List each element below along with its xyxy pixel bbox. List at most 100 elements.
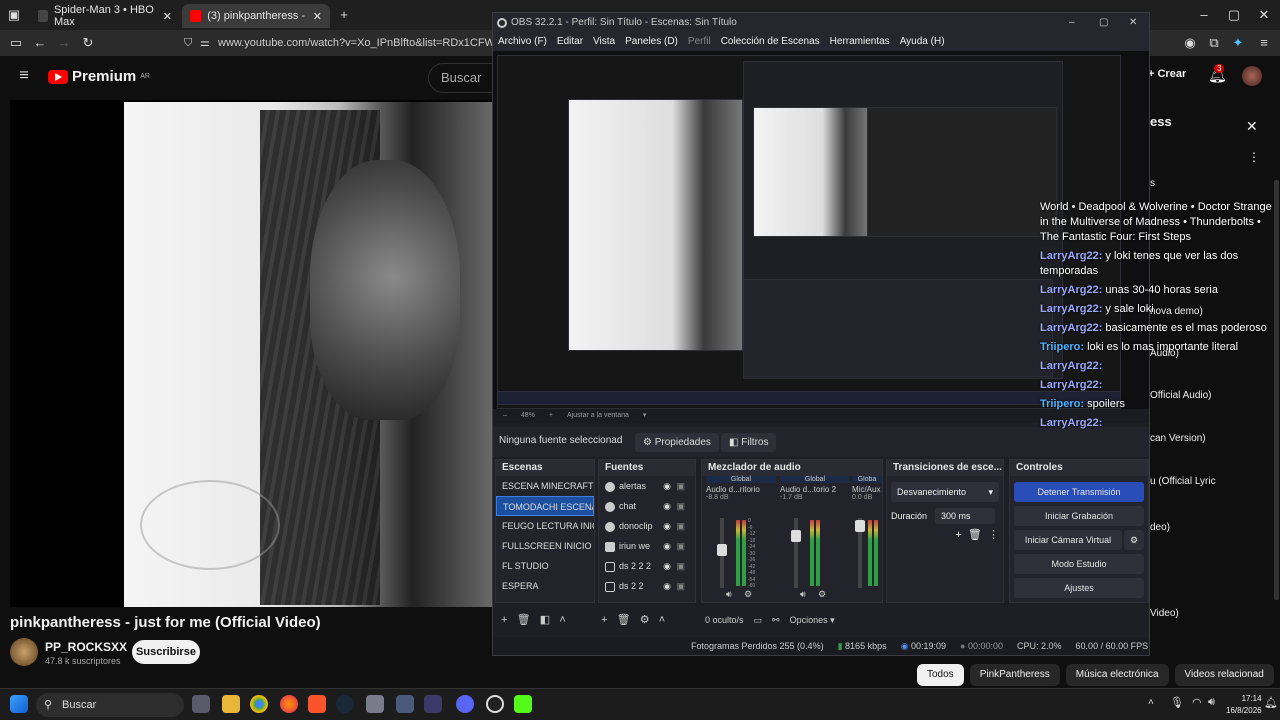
- menu-scene-collection[interactable]: Colección de Escenas: [721, 33, 820, 51]
- add-icon[interactable]: +: [955, 529, 961, 541]
- trash-icon[interactable]: 🗑︎: [968, 529, 982, 541]
- scene-item-selected[interactable]: TOMODACHI ESCENA: [496, 496, 594, 516]
- eye-icon[interactable]: ◉: [663, 536, 671, 556]
- lock-icon[interactable]: ▣: [676, 556, 685, 576]
- zoom-out-icon[interactable]: –: [503, 409, 507, 423]
- link-icon[interactable]: ⚯: [772, 609, 780, 631]
- mixer-layout-icon[interactable]: ▭: [754, 609, 763, 631]
- volume-fader[interactable]: [855, 518, 865, 588]
- add-icon[interactable]: +: [601, 614, 607, 626]
- menu-edit[interactable]: Editar: [557, 33, 583, 51]
- source-item[interactable]: ds 2 2 ◉ ▣: [599, 576, 695, 596]
- video-player[interactable]: [10, 100, 494, 607]
- volume-fader[interactable]: [717, 518, 727, 588]
- kick-icon[interactable]: [514, 695, 532, 713]
- windows-start-icon[interactable]: [10, 695, 28, 713]
- eye-icon[interactable]: ◉: [663, 476, 671, 496]
- notifications-icon[interactable]: 🔔︎: [1264, 696, 1278, 709]
- new-tab-icon[interactable]: +: [336, 7, 352, 23]
- discord-icon[interactable]: [456, 695, 474, 713]
- app-icon[interactable]: [424, 695, 442, 713]
- lock-icon[interactable]: ▣: [676, 536, 685, 556]
- speaker-icon[interactable]: 🔊︎: [800, 589, 806, 600]
- forward-icon[interactable]: →: [56, 35, 72, 51]
- menu-docks[interactable]: Paneles (D): [625, 33, 678, 51]
- duration-input[interactable]: 300 ms: [935, 508, 996, 524]
- hamburger-icon[interactable]: ≡: [16, 68, 32, 84]
- chip-pinkpantheress[interactable]: PinkPantheress: [969, 664, 1060, 686]
- clock[interactable]: 17:14 16/8/2026: [1226, 693, 1262, 717]
- scene-item[interactable]: ESPERA: [496, 576, 594, 596]
- wifi-icon[interactable]: ◠: [1192, 696, 1202, 709]
- menu-view[interactable]: Vista: [593, 33, 615, 51]
- tab-youtube[interactable]: (3) pinkpantheress - just fo ✕: [182, 4, 330, 28]
- menu-file[interactable]: Archivo (F): [498, 33, 547, 51]
- fader-knob[interactable]: [791, 530, 801, 542]
- settings-icon[interactable]: ⚙: [818, 589, 826, 600]
- source-item[interactable]: iriun we ◉ ▣: [599, 536, 695, 556]
- firefox-icon[interactable]: [280, 695, 298, 713]
- virtual-camera-button[interactable]: Iniciar Cámara Virtual: [1014, 530, 1122, 550]
- channel-name[interactable]: Audio d...ritorio: [706, 485, 776, 494]
- more-options-icon[interactable]: ⋮: [988, 529, 999, 541]
- playlist-item[interactable]: Video): [1150, 608, 1179, 619]
- scene-item[interactable]: ESCENA MINECRAFT: [496, 476, 594, 496]
- steam-icon[interactable]: [336, 695, 354, 713]
- more-options-icon[interactable]: ⋮: [1248, 150, 1260, 164]
- lock-icon[interactable]: ▣: [676, 476, 685, 496]
- account-icon[interactable]: ◉: [1182, 35, 1198, 51]
- transition-select[interactable]: Desvanecimiento ▾: [891, 482, 999, 502]
- sidebar-toggle-icon[interactable]: ▭: [8, 35, 24, 51]
- app-icon[interactable]: [366, 695, 384, 713]
- chevron-down-icon[interactable]: ▾: [643, 409, 647, 423]
- minimize-icon[interactable]: –: [1196, 7, 1212, 23]
- taskbar-search[interactable]: ⚲ Buscar: [36, 693, 184, 717]
- scene-item[interactable]: FEUGO LECTURA INIC: [496, 516, 594, 536]
- close-icon[interactable]: ✕: [163, 10, 172, 23]
- maximize-icon[interactable]: ▢: [1099, 13, 1108, 33]
- volume-icon[interactable]: 🔊︎: [1208, 696, 1215, 709]
- chrome-icon[interactable]: [250, 695, 268, 713]
- chip-all[interactable]: Todos: [917, 664, 964, 686]
- settings-icon[interactable]: ⚙: [1124, 530, 1144, 550]
- source-item[interactable]: alertas ◉ ▣: [599, 476, 695, 496]
- menu-help[interactable]: Ayuda (H): [900, 33, 945, 51]
- volume-fader[interactable]: [791, 518, 801, 588]
- source-item[interactable]: donoclip ◉ ▣: [599, 516, 695, 536]
- lock-icon[interactable]: ▣: [676, 496, 685, 516]
- eye-icon[interactable]: ◉: [663, 556, 671, 576]
- stop-stream-button[interactable]: Detener Transmisión: [1014, 482, 1144, 502]
- tab-hbo[interactable]: Spider-Man 3 • HBO Max ✕: [30, 4, 180, 28]
- menu-profile[interactable]: Perfil: [688, 33, 711, 51]
- channel-name[interactable]: Mic/Aux: [852, 485, 882, 494]
- create-button[interactable]: + Crear: [1148, 68, 1186, 80]
- channel-avatar[interactable]: [10, 638, 38, 666]
- channel-name[interactable]: Audio d...torio 2: [780, 485, 850, 494]
- options-button[interactable]: Opciones ▾: [790, 609, 835, 631]
- zoom-in-icon[interactable]: +: [549, 409, 553, 423]
- address-bar[interactable]: ⛉ ⚌ www.youtube.com/watch?v=Xo_IPnBlfto&…: [180, 33, 500, 53]
- channel-name[interactable]: PP_ROCKSXX: [45, 640, 127, 654]
- search-input[interactable]: Buscar: [428, 63, 498, 93]
- brave-icon[interactable]: [308, 695, 326, 713]
- site-settings-icon[interactable]: ⚌: [200, 33, 210, 53]
- settings-button[interactable]: Ajustes: [1014, 578, 1144, 598]
- reload-icon[interactable]: ↻: [80, 35, 96, 51]
- start-recording-button[interactable]: Iniciar Grabación: [1014, 506, 1144, 526]
- task-view-icon[interactable]: [192, 695, 210, 713]
- chevron-up-icon[interactable]: ˄: [559, 614, 565, 626]
- lock-icon[interactable]: ▣: [676, 516, 685, 536]
- close-icon[interactable]: ✕: [313, 10, 322, 23]
- eye-icon[interactable]: ◉: [663, 516, 671, 536]
- file-explorer-icon[interactable]: [222, 695, 240, 713]
- chip-electronic[interactable]: Música electrónica: [1065, 664, 1169, 686]
- extension-icon[interactable]: ✦: [1230, 35, 1246, 51]
- fader-knob[interactable]: [855, 520, 865, 532]
- gear-icon[interactable]: ⚙: [640, 614, 650, 626]
- chevron-up-icon[interactable]: ˄: [1148, 697, 1154, 708]
- add-icon[interactable]: +: [501, 614, 507, 626]
- filter-icon[interactable]: ◧: [540, 614, 550, 626]
- fit-to-window[interactable]: Ajustar a la ventana: [567, 409, 629, 423]
- close-window-icon[interactable]: ✕: [1256, 7, 1272, 23]
- obs-taskbar-icon[interactable]: [486, 695, 504, 713]
